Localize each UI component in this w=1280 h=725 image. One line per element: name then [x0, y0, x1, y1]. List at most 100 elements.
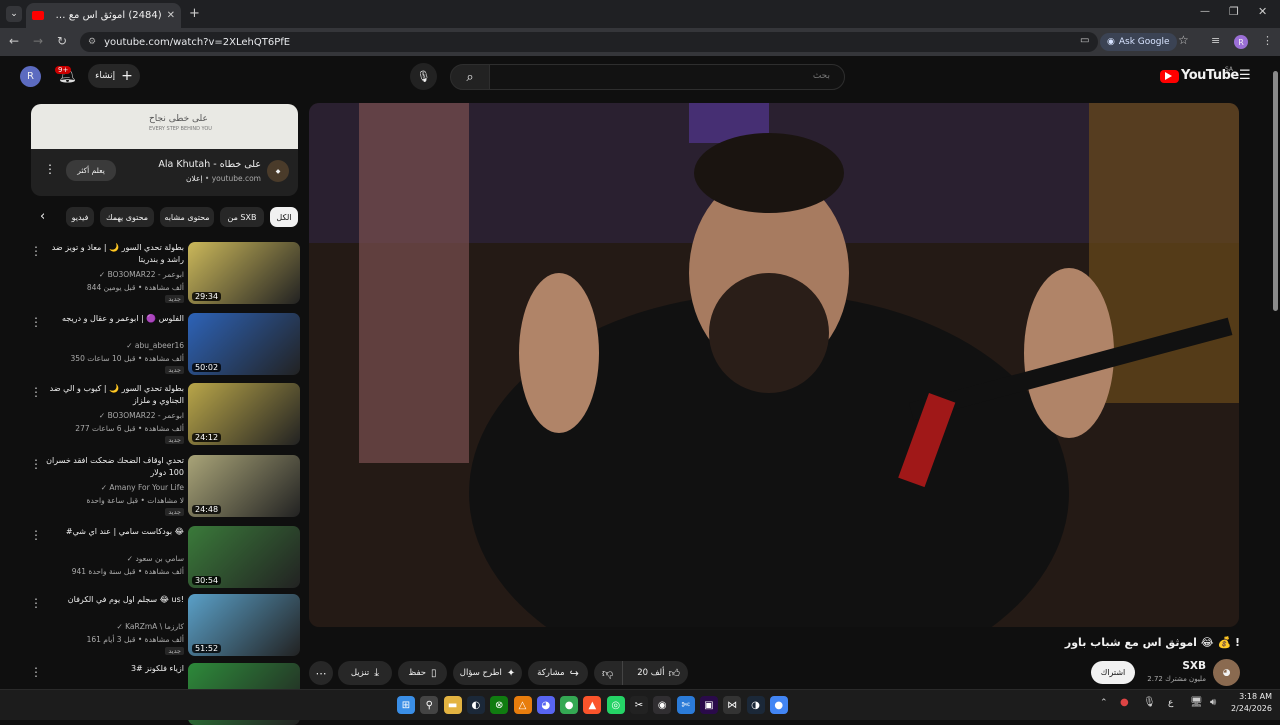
ad-cta-button[interactable]: يعلم أكثر — [66, 160, 116, 181]
rec-thumbnail[interactable]: 30:54 — [188, 526, 300, 588]
channel-avatar[interactable]: ◕ — [1213, 659, 1240, 686]
save-button[interactable]: حفظ ▯ — [398, 661, 447, 685]
reload-icon[interactable]: ↻ — [57, 34, 67, 48]
scrollbar-thumb[interactable] — [1273, 71, 1278, 311]
rec-thumbnail[interactable]: 24:12 — [188, 383, 300, 445]
file-explorer-icon[interactable]: ▬ — [443, 696, 462, 714]
epic-games-icon[interactable]: ⋈ — [723, 696, 742, 714]
channel-name[interactable]: SXB — [1140, 660, 1206, 672]
rec-menu-icon[interactable]: ⋮ — [30, 457, 42, 471]
bookmark-star-icon[interactable]: ☆ — [1178, 33, 1189, 47]
tab-close-icon[interactable]: ✕ — [167, 10, 175, 21]
tray-mic-icon[interactable]: 🎙︎ — [1143, 697, 1156, 708]
video-player[interactable] — [309, 103, 1239, 627]
search-taskbar-icon[interactable]: ⚲ — [420, 696, 439, 714]
rec-channel: ✓ abu_abeer16 — [44, 341, 184, 350]
rec-thumbnail[interactable]: 24:48 — [188, 455, 300, 517]
snip-tool-icon[interactable]: ✄ — [676, 696, 695, 714]
rec-video-item[interactable]: 30:54 ⋮ #بودكاست سامي | عند اي شي 😂 ✓ سامي … — [30, 526, 300, 588]
chrome-icon[interactable]: ● — [560, 696, 579, 714]
xbox-icon[interactable]: ⊗ — [490, 696, 509, 714]
ad-menu-icon[interactable]: ⋮ — [44, 162, 56, 176]
minimize-icon[interactable]: — — [1200, 6, 1210, 17]
page-scrollbar[interactable] — [1270, 56, 1280, 689]
hamburger-menu-icon[interactable]: ☰ — [1239, 68, 1251, 83]
chip-from-sxb[interactable]: من SXB — [220, 207, 264, 227]
voice-search-mic-icon[interactable]: 🎙︎ — [410, 63, 437, 90]
chips-next-chevron-icon[interactable]: ‹ — [40, 209, 45, 224]
whatsapp-icon[interactable]: ◎ — [606, 696, 625, 714]
capcut-icon[interactable]: ✂ — [630, 696, 648, 714]
rec-thumbnail[interactable]: 51:52 — [188, 594, 300, 656]
rec-duration: 30:54 — [192, 576, 222, 585]
chip-videos[interactable]: فيديو — [66, 207, 94, 227]
windows-start-icon[interactable]: ⊞ — [397, 696, 415, 714]
search-button[interactable]: ⌕ — [450, 64, 490, 90]
browser-tab[interactable]: (2484) اموثق اس مع شباب باور 😂 ✕ — [26, 3, 181, 28]
steam-icon[interactable]: ◐ — [466, 696, 485, 714]
create-label: إنشاء — [95, 71, 116, 81]
cast-icon[interactable]: ▭ — [1080, 35, 1089, 46]
close-window-icon[interactable]: ✕ — [1258, 5, 1267, 18]
back-icon[interactable]: ← — [9, 34, 19, 48]
dislike-button[interactable]: 👎︎ — [593, 661, 624, 685]
browser-menu-icon[interactable]: ⋮ — [1262, 34, 1273, 47]
show-hidden-icons[interactable]: ⌃ — [1100, 698, 1108, 708]
rec-menu-icon[interactable]: ⋮ — [30, 315, 42, 329]
rec-thumbnail[interactable]: 29:34 — [188, 242, 300, 304]
discord-icon[interactable]: ◕ — [536, 696, 555, 714]
rec-duration: 24:12 — [192, 433, 222, 442]
address-bar[interactable]: ⚙ youtube.com/watch?v=2XLehQT6PfE — [80, 32, 1098, 52]
volume-icon[interactable]: 🔊︎ — [1210, 697, 1216, 708]
clock-date[interactable]: 2/24/2026 — [1224, 704, 1272, 713]
ask-google-button[interactable]: ◉ Ask Google — [1100, 33, 1177, 51]
rec-title: تحدي اوقاف الضحك ضحكت افقد خسران 100 دول… — [46, 456, 184, 477]
chrome-active-icon[interactable]: ● — [769, 696, 788, 714]
brave-icon[interactable]: ▲ — [583, 696, 602, 714]
ad-title: Ala Khutah - على خطاه — [158, 159, 261, 170]
rec-menu-icon[interactable]: ⋮ — [30, 596, 42, 610]
restore-icon[interactable]: ❐ — [1229, 5, 1239, 18]
blender-icon[interactable]: △ — [513, 696, 532, 714]
rec-video-item[interactable]: 24:48 ⋮ تحدي اوقاف الضحك ضحكت افقد خسران 1… — [30, 455, 300, 517]
premiere-icon[interactable]: ▣ — [699, 696, 718, 714]
rec-video-item[interactable]: 50:02 ⋮ الفلوس 🟣 | ابوعمر و عقال و دريجه ✓ … — [30, 313, 300, 375]
ad-card[interactable]: على خطى نجاح EVERY STEP BEHIND YOU ◆ Ala… — [31, 104, 298, 196]
input-language[interactable]: ع — [1168, 698, 1173, 708]
rec-menu-icon[interactable]: ⋮ — [30, 244, 42, 258]
rec-video-item[interactable]: 29:34 ⋮ بطولة تحدي السور 🌙 | معاذ و تويز ض… — [30, 242, 300, 304]
rec-menu-icon[interactable]: ⋮ — [30, 385, 42, 399]
tab-search-icon[interactable]: ⌄ — [6, 6, 22, 22]
search-input[interactable]: بحث — [489, 64, 845, 90]
more-horizontal-icon: ⋯ — [315, 666, 327, 680]
rec-menu-icon[interactable]: ⋮ — [30, 528, 42, 542]
site-info-icon[interactable]: ⚙ — [88, 37, 96, 47]
profile-avatar[interactable]: R — [1234, 35, 1248, 49]
clock-time[interactable]: 3:18 AM — [1224, 692, 1272, 701]
rec-duration: 24:48 — [192, 505, 222, 514]
like-button[interactable]: 20 ألف 👍︎ — [628, 661, 689, 685]
rec-video-item[interactable]: 24:12 ⋮ بطولة تحدي السور 🌙 | كيوب و الي ضد… — [30, 383, 300, 445]
network-icon[interactable]: 🖥︎ — [1190, 697, 1203, 708]
chip-all[interactable]: الكل — [270, 207, 298, 227]
obs-icon[interactable]: ◉ — [653, 696, 672, 714]
chip-related[interactable]: محتوى مشابه — [160, 207, 214, 227]
tray-app-icon[interactable]: ● — [1120, 697, 1129, 708]
rec-video-item[interactable]: 51:52 ⋮ سجلم اول يوم في الكرفان 😂 us! ✓ KaR… — [30, 594, 300, 656]
forward-icon[interactable]: → — [33, 34, 43, 48]
create-button[interactable]: إنشاء + — [88, 64, 140, 88]
more-actions-button[interactable]: ⋯ — [309, 661, 333, 685]
share-button[interactable]: مشاركة ↪ — [528, 661, 588, 685]
download-button[interactable]: تنزيل ⤓ — [338, 661, 392, 685]
rec-menu-icon[interactable]: ⋮ — [30, 665, 42, 679]
new-tab-icon[interactable]: + — [189, 6, 200, 21]
chip-recommended[interactable]: محتوى يهمك — [100, 207, 154, 227]
rec-channel-name: KaRZmA \ كارزما — [125, 622, 184, 631]
steam2-icon[interactable]: ◑ — [746, 696, 765, 714]
video-title: اموثق اس مع شباب باور 😂 💰 ! — [1064, 636, 1240, 649]
rec-thumbnail[interactable]: 50:02 — [188, 313, 300, 375]
subscribe-button[interactable]: اشتراك — [1091, 661, 1135, 684]
ask-question-button[interactable]: اطرح سؤال ✦ — [453, 661, 522, 685]
reading-list-icon[interactable]: ≡ — [1211, 34, 1220, 47]
account-avatar[interactable]: R — [20, 66, 41, 87]
